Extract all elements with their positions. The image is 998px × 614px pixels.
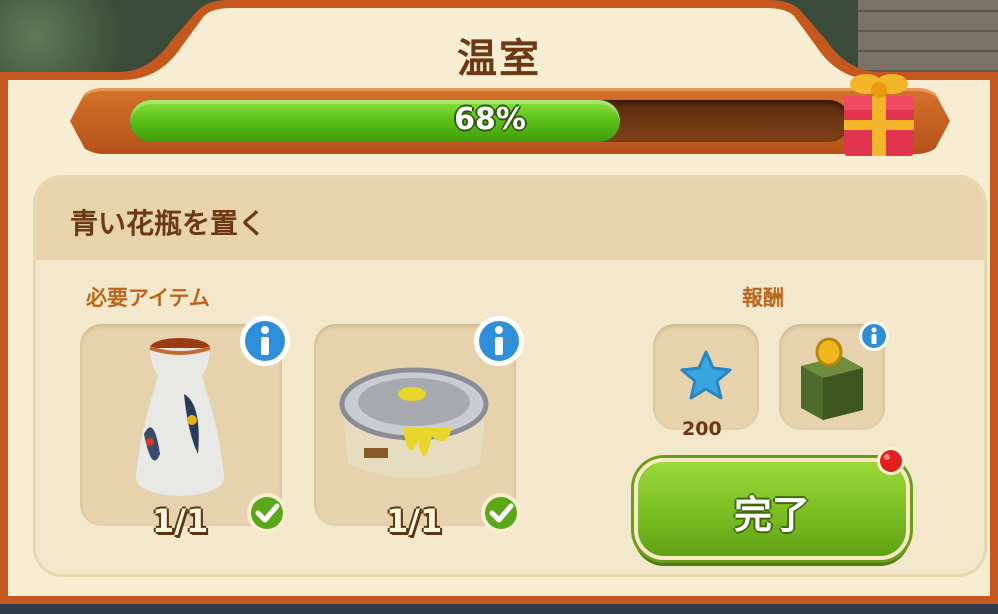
check-icon <box>247 493 287 533</box>
progress-label: 68% <box>454 102 526 137</box>
info-icon[interactable] <box>238 314 292 368</box>
complete-button[interactable]: 完了 <box>634 458 910 560</box>
gift-icon[interactable] <box>838 60 920 160</box>
notification-dot-icon <box>877 447 905 475</box>
complete-button-label: 完了 <box>733 493 810 537</box>
progress-bar: 68% <box>130 100 850 142</box>
blue-star-icon <box>680 350 732 400</box>
info-icon[interactable] <box>472 314 526 368</box>
item-count: 1/1 <box>386 502 443 540</box>
reward-amount: 200 <box>682 418 722 440</box>
reward-label: 報酬 <box>742 286 784 310</box>
reward-star[interactable] <box>653 324 759 430</box>
required-items-label: 必要アイテム <box>86 286 210 310</box>
quest-header: 青い花瓶を置く <box>36 178 984 260</box>
check-icon <box>481 493 521 533</box>
quest-title: 青い花瓶を置く <box>70 207 267 240</box>
info-icon[interactable] <box>858 320 890 352</box>
item-count: 1/1 <box>152 502 209 540</box>
